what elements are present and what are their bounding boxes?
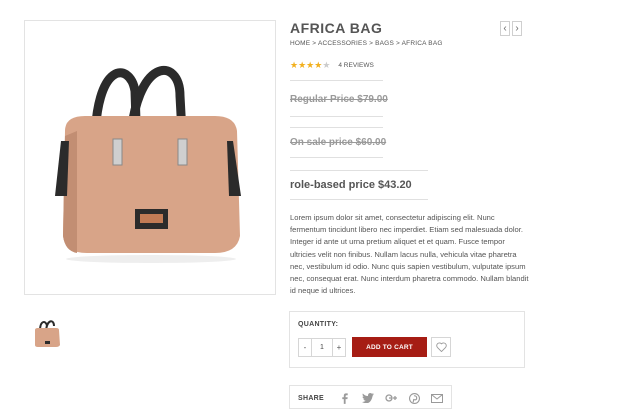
star-icon: ★ xyxy=(314,60,323,70)
divider xyxy=(290,157,383,158)
product-nav: ‹ › xyxy=(500,21,522,36)
share-icons xyxy=(338,392,444,404)
chevron-left-icon: ‹ xyxy=(503,23,507,34)
star-empty-icon: ★ xyxy=(322,60,331,70)
facebook-icon[interactable] xyxy=(338,392,352,404)
add-to-cart-panel: QUANTITY: - 1 + ADD TO CART xyxy=(289,311,525,368)
star-icon: ★ xyxy=(290,60,299,70)
product-thumbnail[interactable] xyxy=(30,316,64,350)
divider xyxy=(290,127,383,128)
heart-icon xyxy=(435,342,447,352)
twitter-icon[interactable] xyxy=(361,392,375,404)
divider xyxy=(290,170,428,171)
divider xyxy=(290,199,428,200)
product-rating[interactable]: ★ ★ ★ ★ ★ 4 REVIEWS xyxy=(290,60,374,70)
star-icon: ★ xyxy=(298,60,307,70)
google-plus-icon[interactable] xyxy=(384,392,398,404)
next-product-button[interactable]: › xyxy=(512,21,522,36)
quantity-decrease-button[interactable]: - xyxy=(299,339,311,356)
star-icon: ★ xyxy=(306,60,315,70)
wishlist-button[interactable] xyxy=(431,337,451,357)
quantity-stepper: - 1 + xyxy=(298,338,346,357)
bag-thumbnail-image xyxy=(35,320,60,347)
divider xyxy=(290,80,383,81)
reviews-link[interactable]: 4 REVIEWS xyxy=(338,62,373,69)
pinterest-icon[interactable] xyxy=(407,392,421,404)
divider xyxy=(290,116,383,117)
sale-price: On sale price $60.00 xyxy=(290,137,387,148)
quantity-input[interactable]: 1 xyxy=(311,339,333,356)
role-based-price: role-based price $43.20 xyxy=(290,179,412,191)
breadcrumb: HOME > ACCESSORIES > BAGS > AFRICA BAG xyxy=(290,40,443,47)
prev-product-button[interactable]: ‹ xyxy=(500,21,510,36)
add-to-cart-button[interactable]: ADD TO CART xyxy=(352,337,427,357)
quantity-label: QUANTITY: xyxy=(298,321,339,328)
product-title: AFRICA BAG xyxy=(290,20,383,36)
email-icon[interactable] xyxy=(430,392,444,404)
bag-image xyxy=(55,66,241,263)
product-description: Lorem ipsum dolor sit amet, consectetur … xyxy=(290,213,529,296)
quantity-increase-button[interactable]: + xyxy=(333,339,345,356)
share-panel: SHARE xyxy=(289,385,452,409)
product-main-image[interactable] xyxy=(24,20,276,295)
chevron-right-icon: › xyxy=(515,23,519,34)
share-label: SHARE xyxy=(298,395,325,402)
regular-price: Regular Price $79.00 xyxy=(290,94,388,105)
